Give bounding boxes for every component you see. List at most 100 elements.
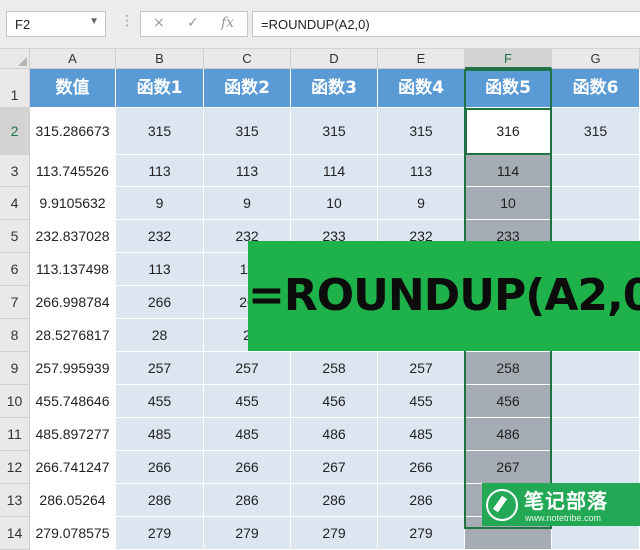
table-cell[interactable]: 315: [552, 108, 640, 155]
table-cell[interactable]: 279: [116, 517, 204, 550]
table-cell[interactable]: 258: [465, 352, 552, 385]
table-cell[interactable]: 9: [116, 187, 204, 220]
table-cell[interactable]: 28: [116, 319, 204, 352]
table-cell[interactable]: 315: [291, 108, 378, 155]
table-cell[interactable]: 232: [116, 220, 204, 253]
table-cell[interactable]: 267: [465, 451, 552, 484]
row-header[interactable]: 3: [0, 155, 30, 187]
cancel-icon[interactable]: ×: [153, 15, 165, 31]
row-header[interactable]: 8: [0, 319, 30, 352]
table-cell[interactable]: [552, 352, 640, 385]
table-cell[interactable]: 485: [204, 418, 291, 451]
row-header[interactable]: 13: [0, 484, 30, 517]
table-cell[interactable]: 9: [378, 187, 465, 220]
table-cell[interactable]: 485.897277: [30, 418, 116, 451]
row-header[interactable]: 11: [0, 418, 30, 451]
formula-input[interactable]: =ROUNDUP(A2,0): [252, 11, 640, 37]
enter-icon[interactable]: ✓: [187, 15, 199, 31]
table-cell[interactable]: 257: [116, 352, 204, 385]
table-cell[interactable]: 455.748646: [30, 385, 116, 418]
table-cell[interactable]: [552, 187, 640, 220]
row-header[interactable]: 9: [0, 352, 30, 385]
table-header-cell[interactable]: 函数5: [465, 69, 552, 108]
table-cell[interactable]: 286: [291, 484, 378, 517]
row-header[interactable]: 6: [0, 253, 30, 286]
table-cell[interactable]: 485: [116, 418, 204, 451]
table-cell[interactable]: 257: [204, 352, 291, 385]
column-header[interactable]: F: [465, 49, 552, 69]
insert-function-icon[interactable]: fx: [221, 15, 234, 31]
column-header[interactable]: E: [378, 49, 465, 69]
table-cell[interactable]: 485: [378, 418, 465, 451]
table-cell[interactable]: 113: [116, 155, 204, 187]
row-header[interactable]: 14: [0, 517, 30, 550]
table-cell[interactable]: 258: [291, 352, 378, 385]
table-header-cell[interactable]: 函数4: [378, 69, 465, 108]
row-header[interactable]: 7: [0, 286, 30, 319]
table-cell[interactable]: 286: [116, 484, 204, 517]
row-header[interactable]: 2: [0, 108, 30, 155]
table-cell[interactable]: [552, 385, 640, 418]
row-header[interactable]: 5: [0, 220, 30, 253]
row-header[interactable]: 1: [0, 69, 30, 108]
table-cell[interactable]: 266.998784: [30, 286, 116, 319]
table-cell[interactable]: 114: [465, 155, 552, 187]
table-cell[interactable]: 455: [116, 385, 204, 418]
table-cell[interactable]: 9.9105632: [30, 187, 116, 220]
table-cell[interactable]: [552, 451, 640, 484]
table-cell[interactable]: 456: [465, 385, 552, 418]
table-cell[interactable]: 266: [378, 451, 465, 484]
table-cell[interactable]: 114: [291, 155, 378, 187]
row-header[interactable]: 12: [0, 451, 30, 484]
table-cell[interactable]: 113: [204, 155, 291, 187]
chevron-down-icon[interactable]: ▼: [89, 16, 99, 27]
table-header-cell[interactable]: 函数2: [204, 69, 291, 108]
table-cell[interactable]: 266: [204, 451, 291, 484]
table-cell[interactable]: 266.741247: [30, 451, 116, 484]
table-header-cell[interactable]: 函数3: [291, 69, 378, 108]
table-header-cell[interactable]: 数值: [30, 69, 116, 108]
table-cell[interactable]: 486: [291, 418, 378, 451]
table-cell[interactable]: 232.837028: [30, 220, 116, 253]
column-header[interactable]: G: [552, 49, 640, 69]
table-cell[interactable]: 316: [465, 108, 552, 155]
name-box[interactable]: F2 ▼: [6, 11, 106, 37]
table-cell[interactable]: 279.078575: [30, 517, 116, 550]
table-cell[interactable]: 257.995939: [30, 352, 116, 385]
table-cell[interactable]: 279: [378, 517, 465, 550]
table-cell[interactable]: 266: [116, 451, 204, 484]
table-cell[interactable]: 455: [378, 385, 465, 418]
table-cell[interactable]: 455: [204, 385, 291, 418]
table-cell[interactable]: 315: [116, 108, 204, 155]
table-cell[interactable]: 266: [116, 286, 204, 319]
table-cell[interactable]: 315.286673: [30, 108, 116, 155]
table-cell[interactable]: 10: [465, 187, 552, 220]
table-cell[interactable]: 257: [378, 352, 465, 385]
table-cell[interactable]: 315: [204, 108, 291, 155]
table-cell[interactable]: 113.745526: [30, 155, 116, 187]
row-header[interactable]: 4: [0, 187, 30, 220]
table-cell[interactable]: 286.05264: [30, 484, 116, 517]
column-header[interactable]: D: [291, 49, 378, 69]
table-cell[interactable]: 315: [378, 108, 465, 155]
table-cell[interactable]: 286: [378, 484, 465, 517]
table-cell[interactable]: 9: [204, 187, 291, 220]
row-header[interactable]: 10: [0, 385, 30, 418]
table-header-cell[interactable]: 函数1: [116, 69, 204, 108]
table-cell[interactable]: 456: [291, 385, 378, 418]
column-header[interactable]: B: [116, 49, 204, 69]
table-cell[interactable]: 113: [116, 253, 204, 286]
table-cell[interactable]: [552, 155, 640, 187]
column-header[interactable]: C: [204, 49, 291, 69]
column-header[interactable]: A: [30, 49, 116, 69]
table-cell[interactable]: 486: [465, 418, 552, 451]
table-cell[interactable]: 279: [204, 517, 291, 550]
table-cell[interactable]: [552, 418, 640, 451]
table-header-cell[interactable]: 函数6: [552, 69, 640, 108]
drag-handle-icon[interactable]: ⋮: [120, 13, 134, 29]
table-cell[interactable]: 279: [291, 517, 378, 550]
table-cell[interactable]: 286: [204, 484, 291, 517]
table-cell[interactable]: 10: [291, 187, 378, 220]
table-cell[interactable]: 113.137498: [30, 253, 116, 286]
select-all-corner[interactable]: [0, 49, 30, 69]
